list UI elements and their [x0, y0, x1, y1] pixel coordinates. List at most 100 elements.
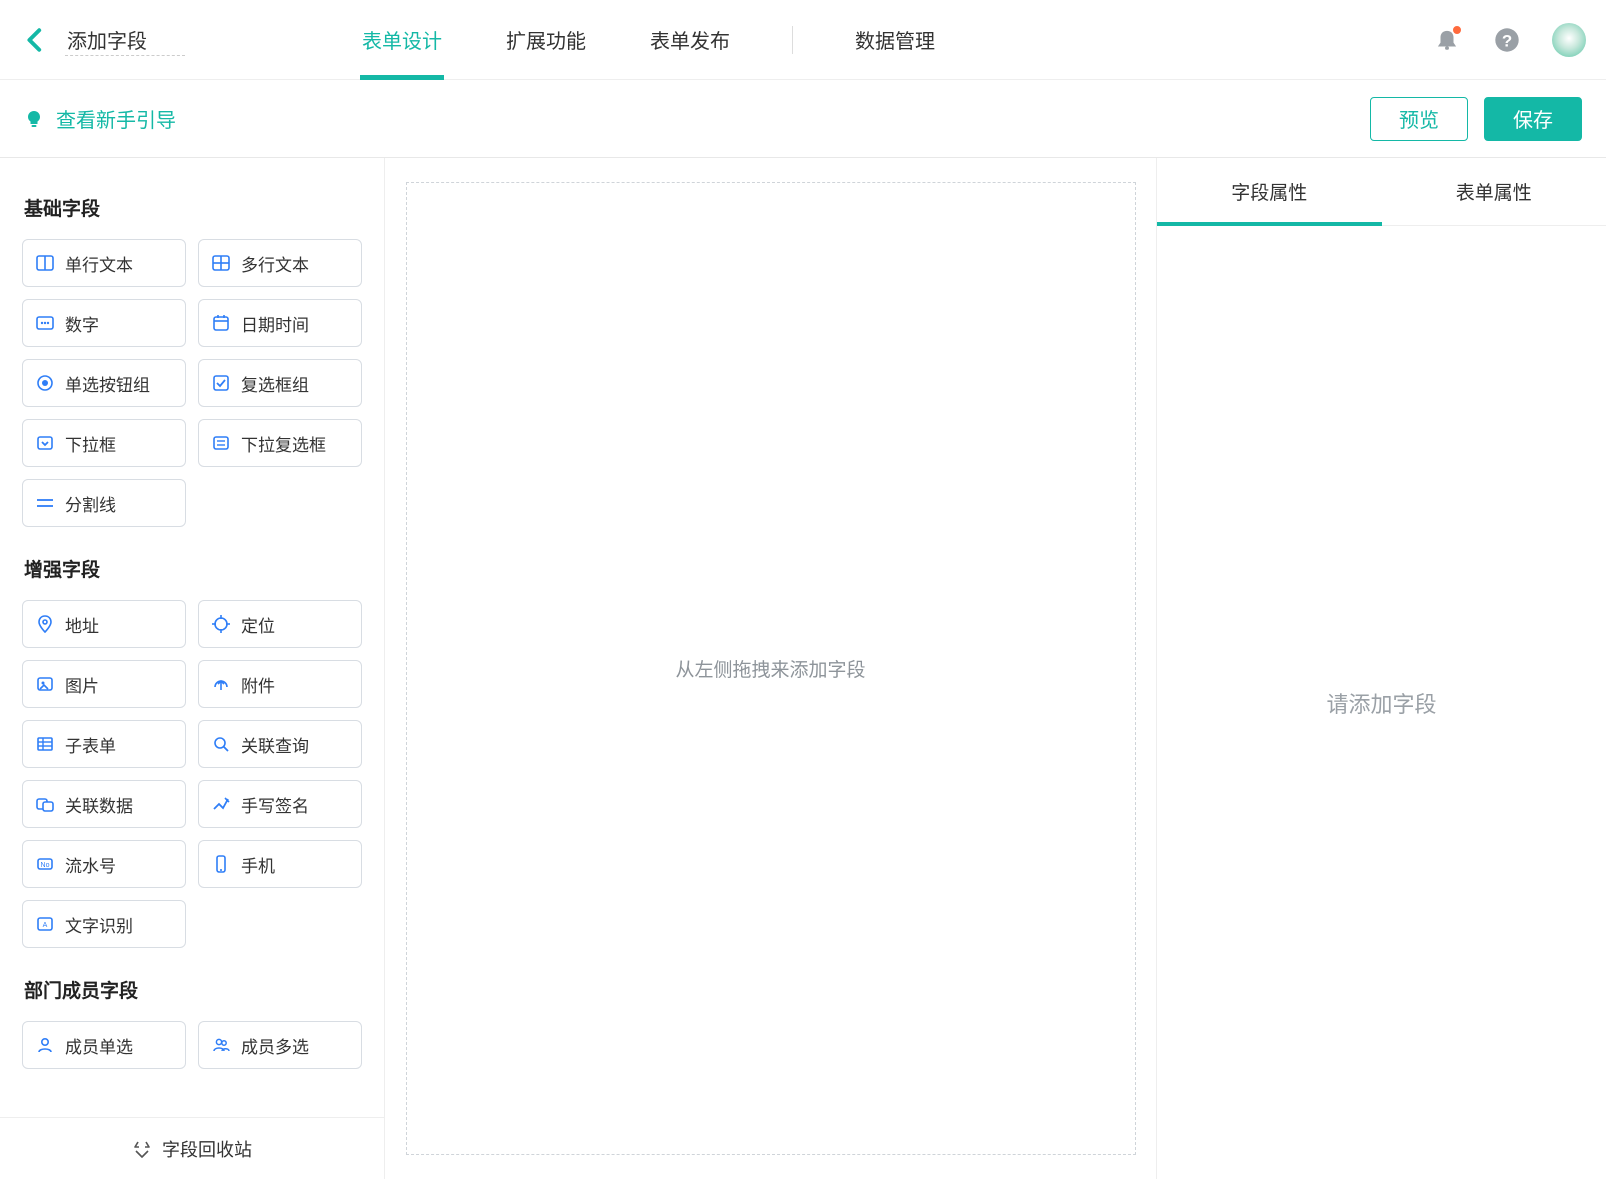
member-multi-icon — [211, 1035, 231, 1055]
properties-empty-hint: 请添加字段 — [1326, 687, 1436, 719]
field-serial[interactable]: 流水号 — [22, 840, 186, 888]
field-divider[interactable]: 分割线 — [22, 479, 186, 527]
sub-header: 查看新手引导 预览 保存 — [0, 80, 1606, 158]
tab-separator — [792, 26, 793, 54]
target-icon — [211, 614, 231, 634]
upload-icon — [211, 674, 231, 694]
canvas-area: 从左侧拖拽来添加字段 — [385, 158, 1156, 1179]
multiselect-icon — [211, 433, 231, 453]
field-group-title: 基础字段 — [24, 194, 360, 221]
radio-icon — [35, 373, 55, 393]
field-subtable[interactable]: 子表单 — [22, 720, 186, 768]
recycle-icon — [132, 1139, 152, 1159]
top-tabs: 表单设计 扩展功能 表单发布 数据管理 — [360, 0, 937, 80]
field-linkdata[interactable]: 关联数据 — [22, 780, 186, 828]
tab-data-manage[interactable]: 数据管理 — [853, 0, 937, 80]
field-checkbox[interactable]: 复选框组 — [198, 359, 362, 407]
field-label: 单行文本 — [65, 251, 133, 276]
newbie-guide-link[interactable]: 查看新手引导 — [24, 104, 176, 133]
field-label: 手写签名 — [241, 792, 309, 817]
image-icon — [35, 674, 55, 694]
field-recycle-bin[interactable]: 字段回收站 — [0, 1117, 384, 1179]
tab-publish[interactable]: 表单发布 — [648, 0, 732, 80]
signature-icon — [211, 794, 231, 814]
checkbox-icon — [211, 373, 231, 393]
top-header: 表单设计 扩展功能 表单发布 数据管理 ? — [0, 0, 1606, 80]
field-label: 多行文本 — [241, 251, 309, 276]
field-member-single[interactable]: 成员单选 — [22, 1021, 186, 1069]
field-label: 日期时间 — [241, 311, 309, 336]
user-avatar[interactable] — [1552, 23, 1586, 57]
linkdata-icon — [35, 794, 55, 814]
tab-form-props[interactable]: 表单属性 — [1382, 158, 1606, 225]
field-label: 分割线 — [65, 491, 116, 516]
phone-icon — [211, 854, 231, 874]
field-palette-scroll[interactable]: 基础字段单行文本 多行文本数字 日期时间单选按钮组 复选框组下拉框 下拉复选框分割线增强… — [0, 158, 384, 1117]
field-grid: 地址 定位图片 附件子表单 关联查询关联数据 手写签名流水号手机文字识别 — [22, 600, 362, 948]
properties-tabs: 字段属性 表单属性 — [1157, 158, 1606, 226]
field-phone[interactable]: 手机 — [198, 840, 362, 888]
field-signature[interactable]: 手写签名 — [198, 780, 362, 828]
field-number[interactable]: 数字 — [22, 299, 186, 347]
properties-body: 请添加字段 — [1157, 226, 1606, 1179]
notifications-button[interactable] — [1432, 25, 1462, 55]
field-linksearch[interactable]: 关联查询 — [198, 720, 362, 768]
canvas-empty-hint: 从左侧拖拽来添加字段 — [675, 655, 865, 682]
text-single-icon — [35, 253, 55, 273]
field-label: 关联数据 — [65, 792, 133, 817]
tab-extensions[interactable]: 扩展功能 — [504, 0, 588, 80]
notification-dot-icon — [1452, 25, 1462, 35]
field-radio[interactable]: 单选按钮组 — [22, 359, 186, 407]
field-select[interactable]: 下拉框 — [22, 419, 186, 467]
main-area: 基础字段单行文本 多行文本数字 日期时间单选按钮组 复选框组下拉框 下拉复选框分割线增强… — [0, 158, 1606, 1179]
field-label: 附件 — [241, 672, 275, 697]
field-multiselect[interactable]: 下拉复选框 — [198, 419, 362, 467]
field-grid: 成员单选 成员多选 — [22, 1021, 362, 1069]
field-datetime[interactable]: 日期时间 — [198, 299, 362, 347]
recycle-label: 字段回收站 — [162, 1136, 252, 1162]
help-button[interactable]: ? — [1492, 25, 1522, 55]
field-member-multi[interactable]: 成员多选 — [198, 1021, 362, 1069]
field-text-multi[interactable]: 多行文本 — [198, 239, 362, 287]
field-label: 下拉框 — [65, 431, 116, 456]
field-label: 单选按钮组 — [65, 371, 150, 396]
subtable-icon — [35, 734, 55, 754]
member-single-icon — [35, 1035, 55, 1055]
field-label: 成员多选 — [241, 1033, 309, 1058]
field-label: 文字识别 — [65, 912, 133, 937]
lightbulb-icon — [24, 109, 44, 129]
left-sidebar: 基础字段单行文本 多行文本数字 日期时间单选按钮组 复选框组下拉框 下拉复选框分割线增强… — [0, 158, 385, 1179]
save-button[interactable]: 保存 — [1484, 97, 1582, 141]
field-image[interactable]: 图片 — [22, 660, 186, 708]
field-label: 定位 — [241, 612, 275, 637]
field-ocr[interactable]: 文字识别 — [22, 900, 186, 948]
back-button[interactable] — [15, 20, 55, 60]
serial-icon — [35, 854, 55, 874]
ocr-icon — [35, 914, 55, 934]
preview-button[interactable]: 预览 — [1370, 97, 1468, 141]
field-label: 数字 — [65, 311, 99, 336]
properties-panel: 字段属性 表单属性 请添加字段 — [1156, 158, 1606, 1179]
chevron-left-icon — [21, 26, 49, 54]
field-group-title: 部门成员字段 — [24, 976, 360, 1003]
field-text-single[interactable]: 单行文本 — [22, 239, 186, 287]
form-canvas-dropzone[interactable]: 从左侧拖拽来添加字段 — [406, 182, 1136, 1155]
divider-icon — [35, 493, 55, 513]
tab-field-props[interactable]: 字段属性 — [1157, 158, 1382, 225]
select-icon — [35, 433, 55, 453]
field-group-title: 增强字段 — [24, 555, 360, 582]
form-title-input[interactable] — [65, 24, 185, 56]
field-pin[interactable]: 地址 — [22, 600, 186, 648]
guide-label: 查看新手引导 — [56, 104, 176, 133]
pin-icon — [35, 614, 55, 634]
header-right: ? — [1432, 23, 1586, 57]
field-label: 地址 — [65, 612, 99, 637]
field-label: 成员单选 — [65, 1033, 133, 1058]
field-target[interactable]: 定位 — [198, 600, 362, 648]
sub-header-actions: 预览 保存 — [1370, 97, 1582, 141]
datetime-icon — [211, 313, 231, 333]
tab-form-design[interactable]: 表单设计 — [360, 0, 444, 80]
field-upload[interactable]: 附件 — [198, 660, 362, 708]
field-label: 子表单 — [65, 732, 116, 757]
field-label: 图片 — [65, 672, 99, 697]
